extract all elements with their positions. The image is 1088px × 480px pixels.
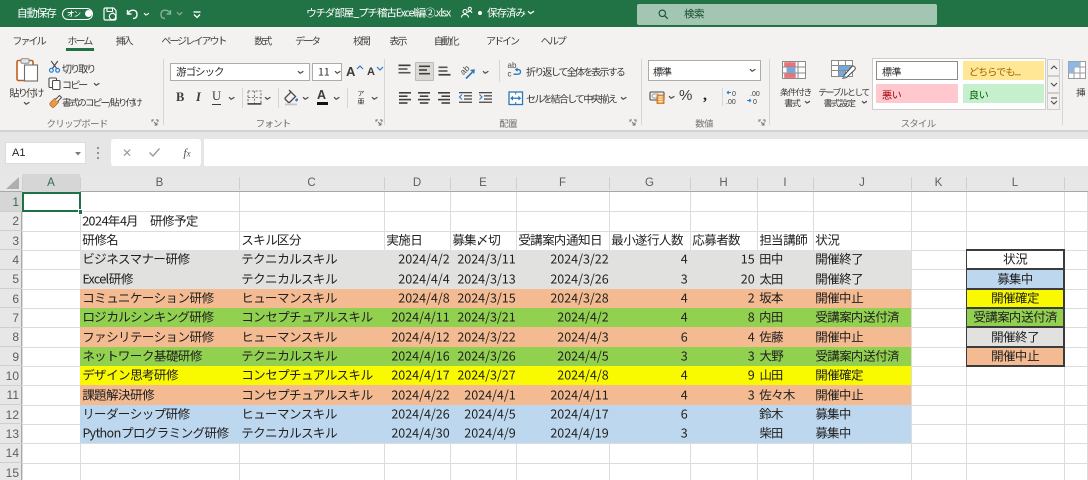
svg-text:0: 0 <box>732 91 736 98</box>
svg-text:.00: .00 <box>726 99 736 105</box>
svg-text:c: c <box>508 70 512 79</box>
svg-text:.00: .00 <box>750 91 760 98</box>
svg-text:0: 0 <box>753 99 757 105</box>
